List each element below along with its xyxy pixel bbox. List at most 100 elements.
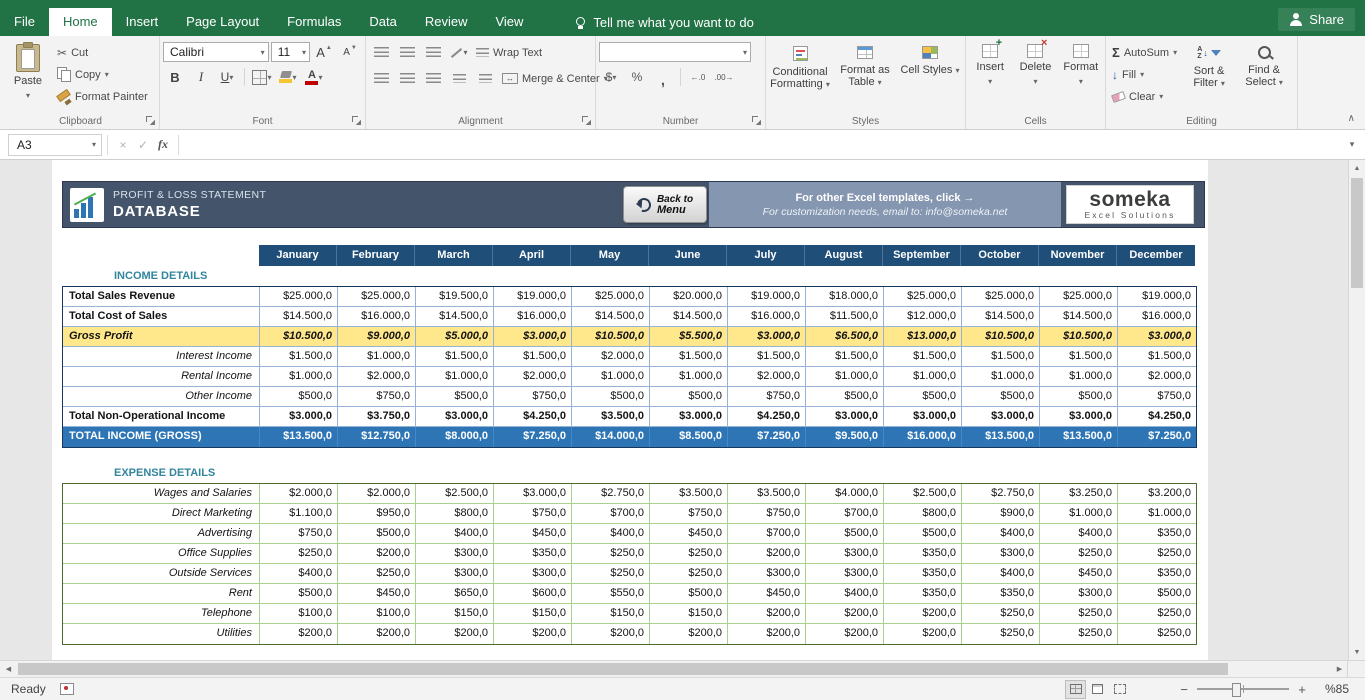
find-select-button[interactable]: Find & Select ▾ (1238, 39, 1290, 114)
value-cell[interactable]: $200,0 (494, 624, 572, 644)
value-cell[interactable]: $13.500,0 (1040, 427, 1118, 447)
value-cell[interactable]: $14.500,0 (416, 307, 494, 327)
horizontal-scroll-thumb[interactable] (18, 663, 1228, 675)
cell-styles-button[interactable]: Cell Styles ▾ (899, 39, 961, 114)
value-cell[interactable]: $500,0 (1040, 387, 1118, 407)
row-label-cell[interactable]: Office Supplies (63, 544, 260, 564)
sort-filter-button[interactable]: AZ↓ Sort & Filter ▾ (1183, 39, 1235, 114)
value-cell[interactable]: $200,0 (728, 604, 806, 624)
value-cell[interactable]: $13.500,0 (260, 427, 338, 447)
align-left-button[interactable] (369, 69, 393, 89)
value-cell[interactable]: $3.000,0 (260, 407, 338, 427)
delete-cells-button[interactable]: Delete ▾ (1014, 39, 1056, 114)
formula-bar-expand-button[interactable]: ▾ (1343, 139, 1361, 150)
value-cell[interactable]: $19.000,0 (1118, 287, 1196, 307)
value-cell[interactable]: $2.000,0 (338, 367, 416, 387)
tab-file[interactable]: File (0, 8, 49, 36)
back-to-menu-button[interactable]: Back toMenu (623, 186, 707, 223)
value-cell[interactable]: $3.000,0 (962, 407, 1040, 427)
scroll-down-arrow[interactable]: ▼ (1349, 644, 1365, 660)
value-cell[interactable]: $3.000,0 (416, 407, 494, 427)
value-cell[interactable]: $1.500,0 (416, 347, 494, 367)
top-align-button[interactable] (369, 43, 393, 63)
month-header-cell[interactable]: March (415, 245, 493, 266)
value-cell[interactable]: $10.500,0 (962, 327, 1040, 347)
name-box[interactable]: A3 ▾ (8, 134, 102, 156)
value-cell[interactable]: $300,0 (416, 564, 494, 584)
value-cell[interactable]: $3.000,0 (884, 407, 962, 427)
value-cell[interactable]: $3.250,0 (1040, 484, 1118, 504)
value-cell[interactable]: $2.000,0 (260, 484, 338, 504)
zoom-out-button[interactable]: − (1175, 682, 1193, 697)
value-cell[interactable]: $250,0 (572, 564, 650, 584)
month-header-cell[interactable]: June (649, 245, 727, 266)
month-header-cell[interactable]: September (883, 245, 961, 266)
value-cell[interactable]: $3.500,0 (728, 484, 806, 504)
decrease-decimal-button[interactable]: .00→ (712, 67, 736, 87)
value-cell[interactable]: $1.500,0 (260, 347, 338, 367)
value-cell[interactable]: $350,0 (884, 564, 962, 584)
middle-align-button[interactable] (395, 43, 419, 63)
value-cell[interactable]: $4.250,0 (728, 407, 806, 427)
value-cell[interactable]: $450,0 (338, 584, 416, 604)
month-header-cell[interactable]: November (1039, 245, 1117, 266)
month-header-cell[interactable]: April (493, 245, 571, 266)
value-cell[interactable]: $2.000,0 (338, 484, 416, 504)
cancel-button[interactable]: × (113, 138, 133, 152)
value-cell[interactable]: $300,0 (416, 544, 494, 564)
value-cell[interactable]: $10.500,0 (260, 327, 338, 347)
value-cell[interactable]: $3.500,0 (650, 484, 728, 504)
value-cell[interactable]: $16.000,0 (494, 307, 572, 327)
value-cell[interactable]: $1.500,0 (962, 347, 1040, 367)
value-cell[interactable]: $750,0 (1118, 387, 1196, 407)
value-cell[interactable]: $400,0 (806, 584, 884, 604)
row-label-cell[interactable]: Total Sales Revenue (63, 287, 260, 307)
value-cell[interactable]: $200,0 (416, 624, 494, 644)
value-cell[interactable]: $3.500,0 (572, 407, 650, 427)
month-header-cell[interactable]: February (337, 245, 415, 266)
value-cell[interactable]: $19.500,0 (416, 287, 494, 307)
value-cell[interactable]: $14.500,0 (650, 307, 728, 327)
page-break-view-button[interactable] (1110, 681, 1129, 698)
value-cell[interactable]: $1.000,0 (260, 367, 338, 387)
value-cell[interactable]: $3.000,0 (494, 327, 572, 347)
value-cell[interactable]: $16.000,0 (884, 427, 962, 447)
page-layout-view-button[interactable] (1088, 681, 1107, 698)
value-cell[interactable]: $2.500,0 (416, 484, 494, 504)
number-format-select[interactable]: ▾ (599, 42, 751, 62)
value-cell[interactable]: $9.500,0 (806, 427, 884, 447)
borders-button[interactable]: ▾ (250, 67, 274, 87)
format-cells-button[interactable]: Format ▾ (1060, 39, 1102, 114)
value-cell[interactable]: $1.000,0 (338, 347, 416, 367)
value-cell[interactable]: $7.250,0 (1118, 427, 1196, 447)
fill-color-button[interactable]: ▾ (276, 67, 300, 87)
value-cell[interactable]: $25.000,0 (260, 287, 338, 307)
comma-style-button[interactable]: , (651, 67, 675, 87)
italic-button[interactable]: I (189, 67, 213, 87)
value-cell[interactable]: $4.250,0 (494, 407, 572, 427)
value-cell[interactable]: $350,0 (494, 544, 572, 564)
decrease-font-size-button[interactable]: A▼ (338, 42, 362, 62)
value-cell[interactable]: $16.000,0 (338, 307, 416, 327)
value-cell[interactable]: $300,0 (806, 544, 884, 564)
normal-view-button[interactable] (1066, 681, 1085, 698)
value-cell[interactable]: $25.000,0 (1040, 287, 1118, 307)
value-cell[interactable]: $400,0 (962, 564, 1040, 584)
value-cell[interactable]: $450,0 (728, 584, 806, 604)
increase-font-size-button[interactable]: A▲ (312, 42, 336, 62)
value-cell[interactable]: $350,0 (884, 544, 962, 564)
value-cell[interactable]: $12.750,0 (338, 427, 416, 447)
enter-button[interactable]: ✓ (133, 138, 153, 152)
value-cell[interactable]: $1.000,0 (1118, 504, 1196, 524)
value-cell[interactable]: $19.000,0 (494, 287, 572, 307)
value-cell[interactable]: $200,0 (806, 604, 884, 624)
wrap-text-button[interactable]: Wrap Text (473, 42, 545, 63)
row-label-cell[interactable]: Outside Services (63, 564, 260, 584)
value-cell[interactable]: $14.500,0 (260, 307, 338, 327)
value-cell[interactable]: $500,0 (260, 584, 338, 604)
value-cell[interactable]: $300,0 (962, 544, 1040, 564)
value-cell[interactable]: $800,0 (416, 504, 494, 524)
promo-templates-link[interactable]: For other Excel templates, click → (795, 192, 974, 204)
tab-insert[interactable]: Insert (112, 8, 173, 36)
value-cell[interactable]: $5.500,0 (650, 327, 728, 347)
